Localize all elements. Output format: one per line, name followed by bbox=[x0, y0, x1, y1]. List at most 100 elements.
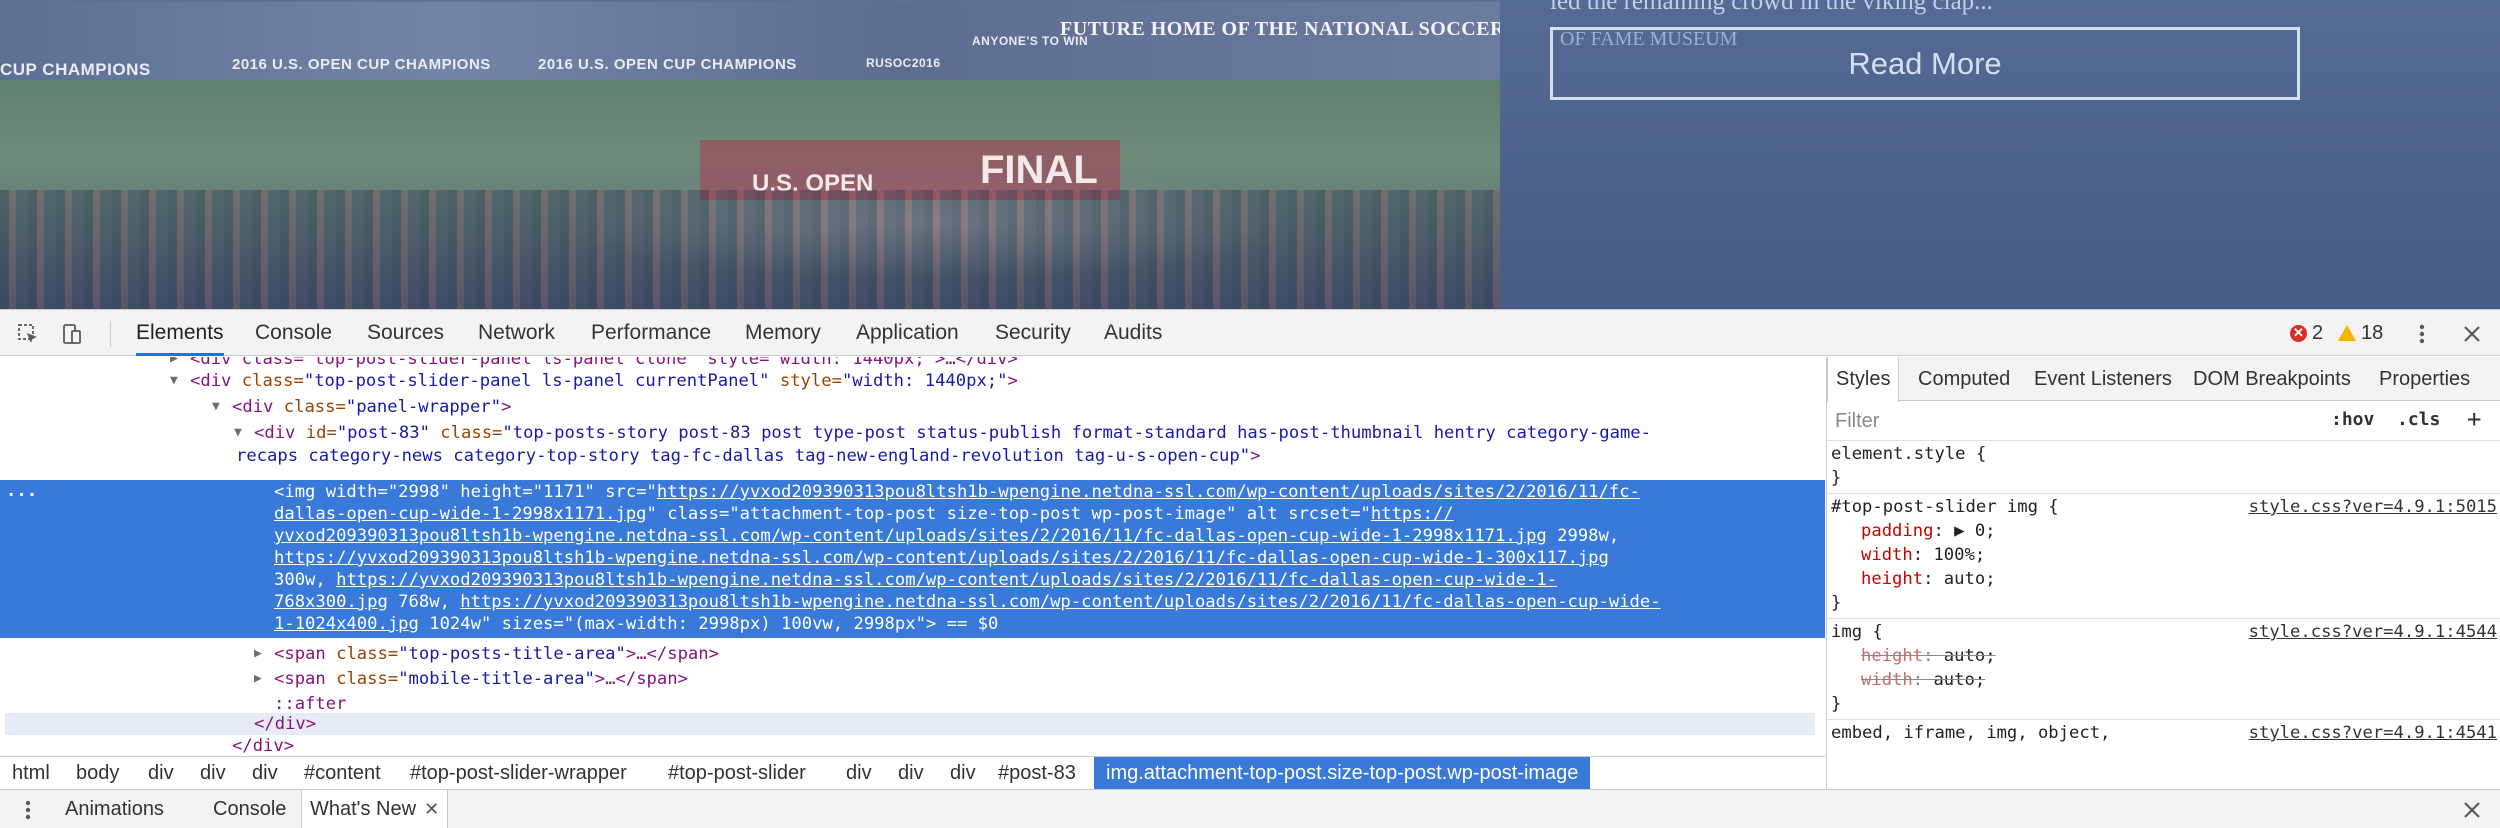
crowd bbox=[0, 190, 1500, 309]
dom-text: 2998w, bbox=[1546, 526, 1620, 546]
collapse-triangle-icon[interactable]: ▼ bbox=[212, 396, 228, 418]
dom-attr-value: "top-posts-title-area" bbox=[398, 644, 626, 664]
dom-node-current-panel[interactable]: ▼ <div class="top-post-slider-panel ls-pa… bbox=[170, 370, 1018, 392]
expand-triangle-icon[interactable]: ▶ bbox=[254, 643, 270, 665]
dom-close-div[interactable]: </div> bbox=[254, 713, 316, 735]
styles-filter-input[interactable] bbox=[1835, 407, 2285, 435]
dom-link[interactable]: dallas-open-cup-wide-1-2998x1171.jpg bbox=[274, 504, 647, 524]
drawer-tab-whats-new[interactable]: What's New ✕ bbox=[301, 790, 449, 828]
drawer-tab-console[interactable]: Console bbox=[213, 790, 286, 828]
css-property[interactable]: height: auto; bbox=[1861, 567, 1996, 592]
breadcrumb-item[interactable]: div bbox=[892, 757, 930, 789]
rule-element-style[interactable]: element.style { } bbox=[1827, 442, 2500, 494]
dom-link[interactable]: https://yvxod209390313pou8ltsh1b-wpengin… bbox=[336, 570, 1557, 590]
expand-triangle-icon[interactable]: ▶ bbox=[254, 668, 270, 690]
dom-link[interactable]: 1-1024x400.jpg bbox=[274, 614, 419, 634]
breadcrumb-item[interactable]: div bbox=[944, 757, 982, 789]
read-more-button[interactable]: Read More bbox=[1550, 27, 2300, 100]
error-counter[interactable]: ✕ 2 bbox=[2290, 321, 2323, 345]
dom-link[interactable]: https://yvxod209390313pou8ltsh1b-wpengin… bbox=[460, 592, 1660, 612]
tab-dom-breakpoints[interactable]: DOM Breakpoints bbox=[2193, 357, 2351, 401]
tab-styles[interactable]: Styles bbox=[1827, 357, 1900, 402]
device-toolbar-icon[interactable] bbox=[60, 322, 84, 346]
close-tab-icon[interactable]: ✕ bbox=[424, 790, 439, 828]
dom-link[interactable]: 768x300.jpg bbox=[274, 592, 388, 612]
add-rule-icon[interactable]: + bbox=[2467, 405, 2481, 433]
banner-text: CUP CHAMPIONS bbox=[0, 60, 151, 79]
dom-node-title-area[interactable]: ▶ <span class="top-posts-title-area">…</s… bbox=[254, 643, 719, 665]
dom-node-text: div class="top-post-slider-panel ls-pane… bbox=[200, 357, 1018, 369]
drawer-tab-animations[interactable]: Animations bbox=[65, 790, 164, 828]
hero-photo: CUP CHAMPIONS 2016 U.S. OPEN CUP CHAMPIO… bbox=[0, 0, 1569, 309]
dom-node-panel-wrapper[interactable]: ▼ <div class="panel-wrapper"> bbox=[212, 396, 511, 418]
tab-application[interactable]: Application bbox=[856, 310, 959, 356]
rule-source-link[interactable]: style.css?ver=4.9.1:4544 bbox=[2249, 620, 2497, 645]
close-devtools-icon[interactable] bbox=[2460, 322, 2484, 346]
more-options-icon[interactable] bbox=[2410, 322, 2434, 346]
post-excerpt: led the remaining crowd in the viking cl… bbox=[1550, 0, 1993, 15]
tab-computed[interactable]: Computed bbox=[1918, 357, 2010, 401]
class-toggle[interactable]: .cls bbox=[2397, 409, 2440, 430]
collapse-triangle-icon[interactable]: ▼ bbox=[170, 370, 186, 392]
page-preview: CUP CHAMPIONS 2016 U.S. OPEN CUP CHAMPIO… bbox=[0, 0, 2500, 309]
banner-text: ANYONE'S TO WIN bbox=[972, 34, 1089, 48]
tab-performance[interactable]: Performance bbox=[591, 310, 711, 356]
dom-link[interactable]: https://yvxod209390313pou8ltsh1b-wpengin… bbox=[274, 548, 1609, 568]
dom-text: 768w, bbox=[387, 592, 461, 612]
dom-link[interactable]: yvxod209390313pou8ltsh1b-wpengine.netdna… bbox=[274, 526, 1547, 546]
breadcrumb-item[interactable]: #post-83 bbox=[992, 757, 1082, 789]
dom-attr-value: "top-post-slider-panel ls-panel currentP… bbox=[303, 371, 770, 391]
css-property[interactable]: width: 100%; bbox=[1861, 543, 1985, 568]
warning-counter[interactable]: 18 bbox=[2338, 321, 2383, 345]
rule-source-link[interactable]: style.css?ver=4.9.1:4541 bbox=[2249, 721, 2497, 746]
css-property-overridden[interactable]: height: auto; bbox=[1861, 644, 1996, 669]
collapse-triangle-icon[interactable]: ▼ bbox=[234, 422, 250, 444]
tab-elements[interactable]: Elements bbox=[136, 310, 224, 356]
breadcrumb-item[interactable]: div bbox=[194, 757, 232, 789]
tab-network[interactable]: Network bbox=[478, 310, 555, 356]
rule-top-post-slider-img[interactable]: #top-post-slider img { style.css?ver=4.9… bbox=[1827, 495, 2500, 619]
tab-properties[interactable]: Properties bbox=[2379, 357, 2470, 401]
rule-img[interactable]: img { style.css?ver=4.9.1:4544 height: a… bbox=[1827, 620, 2500, 720]
tab-event-listeners[interactable]: Event Listeners bbox=[2034, 357, 2172, 401]
dom-node-mobile-title[interactable]: ▶ <span class="mobile-title-area">…</span… bbox=[254, 668, 688, 690]
dom-pseudo-after[interactable]: ::after bbox=[274, 693, 346, 715]
dom-link[interactable]: https:// bbox=[1371, 504, 1454, 524]
styles-filter-bar: :hov .cls + bbox=[1827, 401, 2500, 441]
banner-text: 2016 U.S. OPEN CUP CHAMPIONS bbox=[232, 56, 491, 73]
node-actions-icon[interactable]: ... bbox=[6, 480, 37, 502]
dom-tree[interactable]: ▶ <div class="top-post-slider-panel ls-pa… bbox=[0, 357, 1825, 755]
dom-link[interactable]: https://yvxod209390313pou8ltsh1b-wpengin… bbox=[657, 482, 1640, 502]
error-icon: ✕ bbox=[2290, 324, 2307, 342]
tab-audits[interactable]: Audits bbox=[1104, 310, 1162, 356]
rule-embed-iframe-img[interactable]: embed, iframe, img, object, style.css?ve… bbox=[1827, 721, 2500, 751]
tab-sources[interactable]: Sources bbox=[367, 310, 444, 356]
tab-memory[interactable]: Memory bbox=[745, 310, 821, 356]
breadcrumb-item[interactable]: div bbox=[142, 757, 180, 789]
hover-state-toggle[interactable]: :hov bbox=[2331, 409, 2374, 430]
breadcrumb-item[interactable]: html bbox=[6, 757, 56, 789]
tab-security[interactable]: Security bbox=[995, 310, 1071, 356]
close-drawer-icon[interactable] bbox=[2460, 798, 2484, 822]
breadcrumb-item[interactable]: #top-post-slider bbox=[662, 757, 812, 789]
expand-triangle-icon[interactable]: ▶ bbox=[170, 357, 186, 370]
dom-node-clone-panel[interactable]: ▶ <div class="top-post-slider-panel ls-pa… bbox=[170, 357, 1018, 370]
dom-close-div[interactable]: </div> bbox=[232, 735, 294, 755]
breadcrumb-item[interactable]: body bbox=[70, 757, 125, 789]
css-property[interactable]: padding: ▶ 0; bbox=[1861, 519, 1996, 544]
css-property-overridden[interactable]: width: auto; bbox=[1861, 668, 1985, 693]
drawer-menu-icon[interactable] bbox=[16, 798, 40, 822]
dom-text: <img width="2998" height="1171" src=" bbox=[274, 482, 657, 502]
breadcrumb-item[interactable]: #top-post-slider-wrapper bbox=[404, 757, 633, 789]
dom-node-img-selected[interactable]: ... <img width="2998" height="1171" src=… bbox=[0, 480, 1825, 638]
inspect-element-icon[interactable] bbox=[16, 322, 40, 346]
breadcrumb-item-selected[interactable]: img.attachment-top-post.size-top-post.wp… bbox=[1094, 757, 1591, 789]
rule-source-link[interactable]: style.css?ver=4.9.1:5015 bbox=[2249, 495, 2497, 520]
breadcrumb-item[interactable]: #content bbox=[298, 757, 387, 789]
tab-console[interactable]: Console bbox=[255, 310, 332, 356]
dom-node-post-83[interactable]: ▼ <div id="post-83" class="top-posts-stor… bbox=[234, 422, 1651, 444]
breadcrumb-item[interactable]: div bbox=[246, 757, 284, 789]
rule-selector: element.style { bbox=[1831, 444, 1987, 464]
rule-selector: #top-post-slider img { bbox=[1831, 497, 2059, 517]
breadcrumb-item[interactable]: div bbox=[840, 757, 878, 789]
